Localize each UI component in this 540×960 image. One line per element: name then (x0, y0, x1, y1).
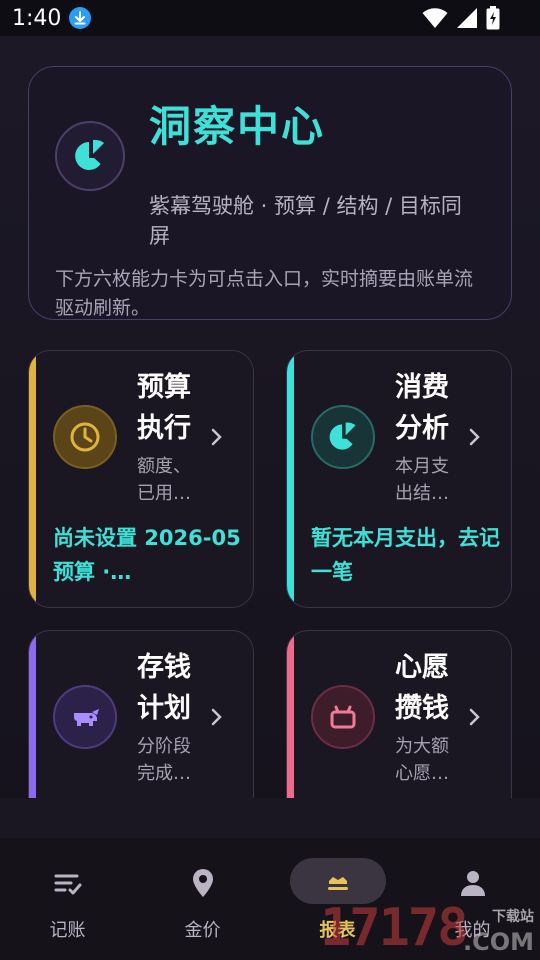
hero-subtitle: 紫幕驾驶舱 · 预算 / 结构 / 目标同屏 (149, 194, 462, 248)
nav-label: 记账 (49, 920, 86, 941)
budget-execution-card[interactable]: 预算执行 额度、已用… 尚未设置 2026-05 预算 ·… (28, 350, 254, 608)
insight-hero-card: 洞察中心 紫幕驾驶舱 · 预算 / 结构 / 目标同屏 下方六枚能力卡为可点击入… (28, 66, 512, 320)
card-status: 尚未设置 2026-05 预算 ·… (53, 526, 241, 584)
main-content[interactable]: 洞察中心 紫幕驾驶舱 · 预算 / 结构 / 目标同屏 下方六枚能力卡为可点击入… (0, 36, 540, 798)
nav-item-reports[interactable]: 报表 (270, 838, 405, 960)
nav-label: 我的 (454, 920, 491, 941)
piggy-bank-icon (53, 685, 117, 749)
card-accent-bar (29, 351, 36, 607)
download-icon (69, 7, 92, 29)
person-icon (460, 871, 485, 896)
nav-label: 报表 (319, 920, 356, 941)
status-bar: 1:40 (0, 0, 540, 36)
card-description: 为大额心愿… (395, 736, 449, 784)
savings-plan-card[interactable]: 存钱计划 分阶段完成… (28, 630, 254, 798)
chevron-right-icon (211, 708, 222, 726)
clock-icon (53, 405, 117, 469)
card-description: 额度、已用… (137, 456, 191, 504)
location-pin-icon (192, 869, 213, 897)
status-time: 1:40 (12, 5, 62, 31)
chevron-right-icon (469, 428, 480, 446)
gift-box-icon (311, 685, 375, 749)
page-title: 洞察中心 (149, 102, 326, 151)
system-icons (422, 6, 500, 30)
card-status: 暂无本月支出，去记一笔 (311, 526, 500, 584)
nav-item-bookkeeping[interactable]: 记账 (0, 838, 135, 960)
card-title: 存钱计划 (137, 652, 191, 724)
list-check-icon (54, 874, 81, 895)
wish-savings-card[interactable]: 心愿攒钱 为大额心愿… (286, 630, 512, 798)
battery-icon (486, 6, 500, 30)
hero-description: 下方六枚能力卡为可点击入口，实时摘要由账单流驱动刷新。 (55, 268, 474, 319)
card-description: 分阶段完成… (137, 736, 191, 784)
card-title: 心愿攒钱 (395, 652, 449, 724)
card-description: 本月支出结… (395, 456, 449, 504)
card-title: 预算执行 (137, 372, 191, 444)
chevron-right-icon (469, 708, 480, 726)
insight-icon (55, 121, 125, 191)
card-accent-bar (287, 631, 294, 798)
chevron-right-icon (211, 428, 222, 446)
card-accent-bar (287, 351, 294, 607)
signal-icon (457, 8, 477, 28)
nav-item-gold-price[interactable]: 金价 (135, 838, 270, 960)
card-accent-bar (29, 631, 36, 798)
nav-label: 金价 (184, 920, 221, 941)
insight-icon (311, 405, 375, 469)
spending-analysis-card[interactable]: 消费分析 本月支出结… 暂无本月支出，去记一笔 (286, 350, 512, 608)
card-title: 消费分析 (395, 372, 449, 444)
nav-item-profile[interactable]: 我的 (405, 838, 540, 960)
wifi-icon (422, 8, 448, 28)
bottom-nav: 记账 金价 报表 我的 (0, 838, 540, 960)
crown-icon (327, 877, 348, 890)
